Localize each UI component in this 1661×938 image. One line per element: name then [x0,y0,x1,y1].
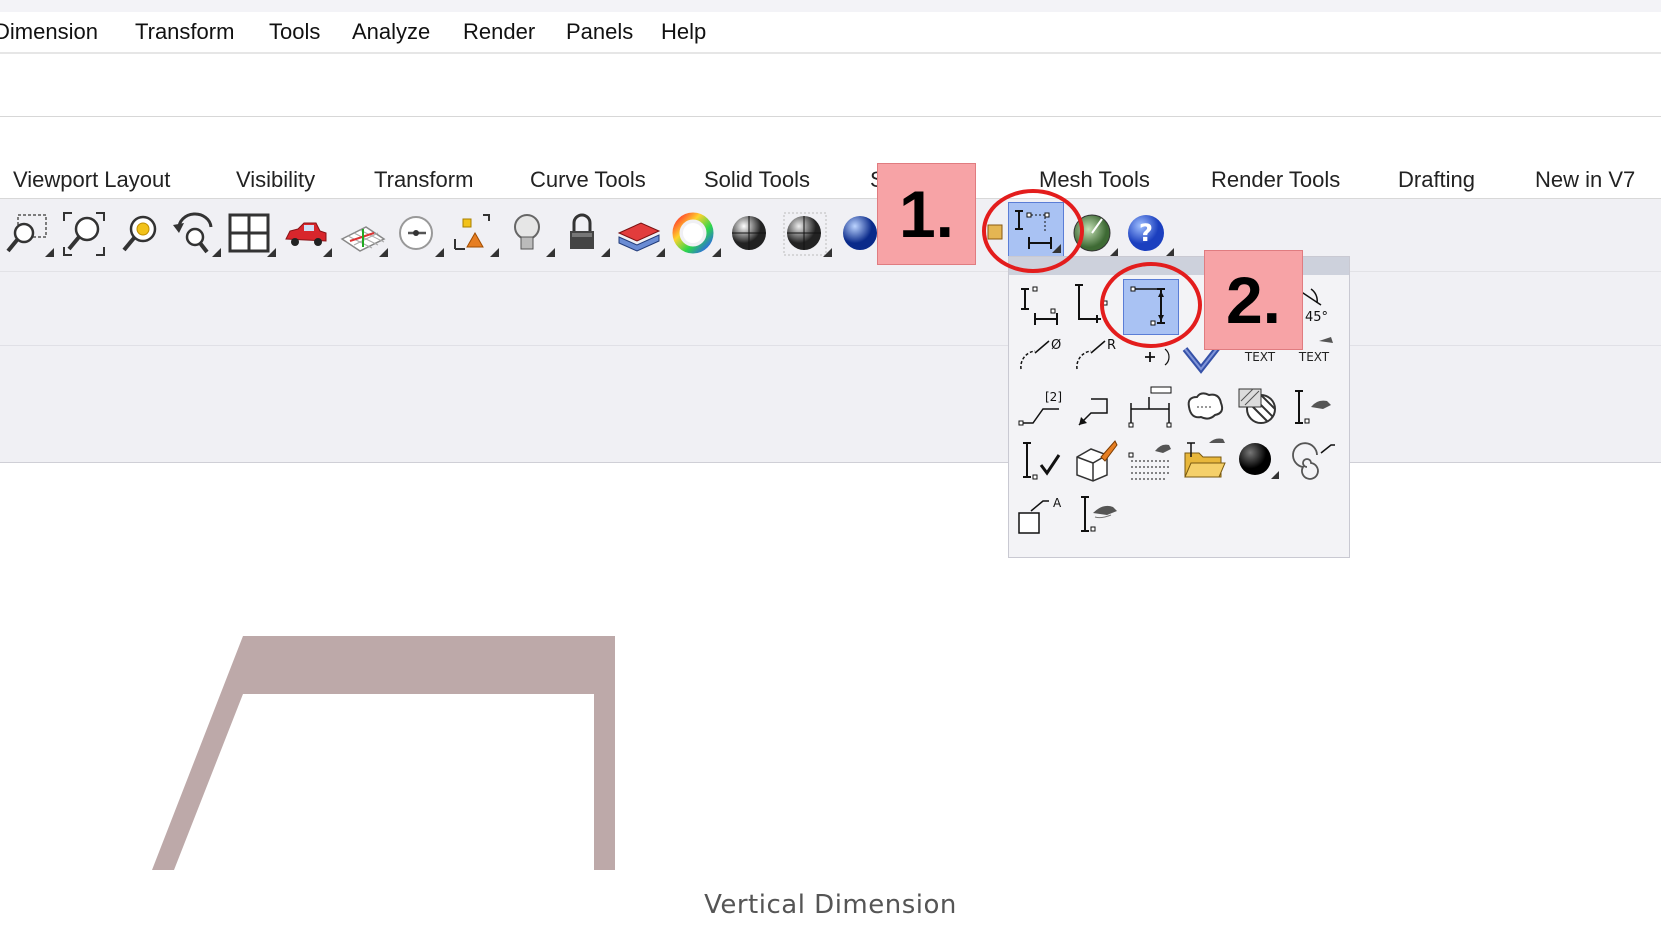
leader-icon[interactable]: [2] [1015,383,1065,433]
tab-transform[interactable]: Transform [374,166,473,194]
color-wheel-icon[interactable] [671,209,721,259]
tab-new-in-v7[interactable]: New in V7 [1535,166,1635,194]
tab-render-tools[interactable]: Render Tools [1211,166,1340,194]
menu-transform[interactable]: Transform [135,18,234,46]
gumball-icon[interactable] [449,209,499,259]
zoom-extents-icon[interactable] [60,209,108,259]
help-icon[interactable]: ? [1124,209,1174,259]
wireframe-sphere-icon[interactable] [782,209,832,259]
four-viewports-icon[interactable] [226,209,276,259]
figure-caption: Vertical Dimension [704,890,957,920]
spiral-leader-icon[interactable] [1287,437,1337,487]
baseline-dimension-icon[interactable] [1125,383,1175,433]
rotate-view-icon[interactable] [171,209,221,259]
menu-dimension[interactable]: Dimension [0,18,98,46]
radius-label: R [1107,338,1116,353]
annotation-step-2: 2. [1204,250,1303,350]
construction-plane-icon[interactable] [338,209,388,259]
leader-arrow-icon[interactable] [1071,383,1121,433]
make-2d-icon[interactable] [1071,437,1121,487]
text-label-1: TEXT [1244,350,1276,364]
tab-curve-tools[interactable]: Curve Tools [530,166,646,194]
command-area[interactable] [0,54,1661,117]
toolbar-panel-area [0,272,1661,463]
zoom-window-icon[interactable] [4,209,54,259]
menu-bar: Dimension Transform Tools Analyze Render… [0,12,1661,54]
black-sphere-icon[interactable] [1233,435,1283,485]
menu-render[interactable]: Render [463,18,535,46]
panel-divider [0,345,1661,346]
open-folder-icon[interactable] [1179,435,1229,485]
annotation-list-icon[interactable] [1125,437,1175,487]
profile-drawing [152,636,615,870]
tab-solid-tools[interactable]: Solid Tools [704,166,810,194]
annotation-block-icon[interactable]: A [1015,491,1065,541]
annotation-ring-1 [982,189,1084,273]
zoom-selected-icon[interactable] [116,209,164,259]
lock-icon[interactable] [560,209,610,259]
annotation-label: A [1053,496,1062,510]
text-label-2: TEXT [1298,350,1330,364]
toolbar-tabs: Viewport Layout Visibility Transform Cur… [0,162,1661,199]
light-bulb-icon[interactable] [505,209,555,259]
linear-dimension-icon[interactable] [1015,279,1065,329]
check-dimension-icon[interactable] [1015,437,1065,487]
annotation-step-1: 1. [877,163,976,265]
dimension-style-icon[interactable] [1287,383,1337,433]
car-icon[interactable] [282,209,332,259]
diameter-label: Ø [1051,338,1061,353]
radius-dimension-icon[interactable]: R [1071,329,1121,379]
tab-visibility[interactable]: Visibility [236,166,315,194]
tab-viewport-layout[interactable]: Viewport Layout [13,166,170,194]
menu-analyze[interactable]: Analyze [352,18,430,46]
point-icon[interactable] [394,209,444,259]
tab-drafting[interactable]: Drafting [1398,166,1475,194]
toolbar-icon-strip: ? [0,199,1661,272]
dimension-edit-icon[interactable] [1071,491,1121,541]
menu-tools[interactable]: Tools [269,18,320,46]
annotation-ring-2 [1100,262,1202,348]
shaded-sphere-icon[interactable] [727,209,775,259]
leader-number: [2] [1045,390,1062,404]
menu-panels[interactable]: Panels [566,18,633,46]
hatch-icon[interactable] [1233,381,1283,431]
layer-icon[interactable] [615,209,665,259]
tab-mesh-tools[interactable]: Mesh Tools [1039,166,1150,194]
angle-label: 45° [1305,310,1328,325]
revision-cloud-icon[interactable] [1179,381,1229,431]
svg-text:?: ? [1139,219,1153,247]
diameter-dimension-icon[interactable]: Ø [1015,329,1065,379]
menu-help[interactable]: Help [661,18,706,46]
